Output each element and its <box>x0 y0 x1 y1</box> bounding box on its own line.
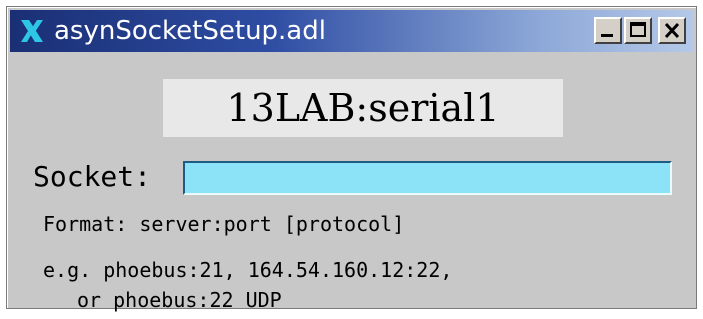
maximize-button[interactable] <box>624 17 652 44</box>
example-line-2: or phoebus:22 UDP <box>77 288 282 312</box>
format-hint: Format: server:port [protocol] <box>43 212 405 236</box>
socket-label: Socket: <box>33 160 152 193</box>
pv-name-panel: 13LAB:serial1 <box>163 79 563 137</box>
socket-input[interactable] <box>183 161 672 195</box>
pv-name-label: 13LAB:serial1 <box>226 86 500 130</box>
minimize-button[interactable] <box>594 17 622 44</box>
x-icon <box>18 17 46 45</box>
title-bar[interactable]: asynSocketSetup.adl <box>10 10 693 52</box>
app-window: asynSocketSetup.adl 13LAB:serial1 Socket… <box>6 6 697 312</box>
window-title: asynSocketSetup.adl <box>54 16 326 46</box>
close-button[interactable] <box>658 17 686 44</box>
example-line-1: e.g. phoebus:21, 164.54.160.12:22, <box>43 258 453 282</box>
